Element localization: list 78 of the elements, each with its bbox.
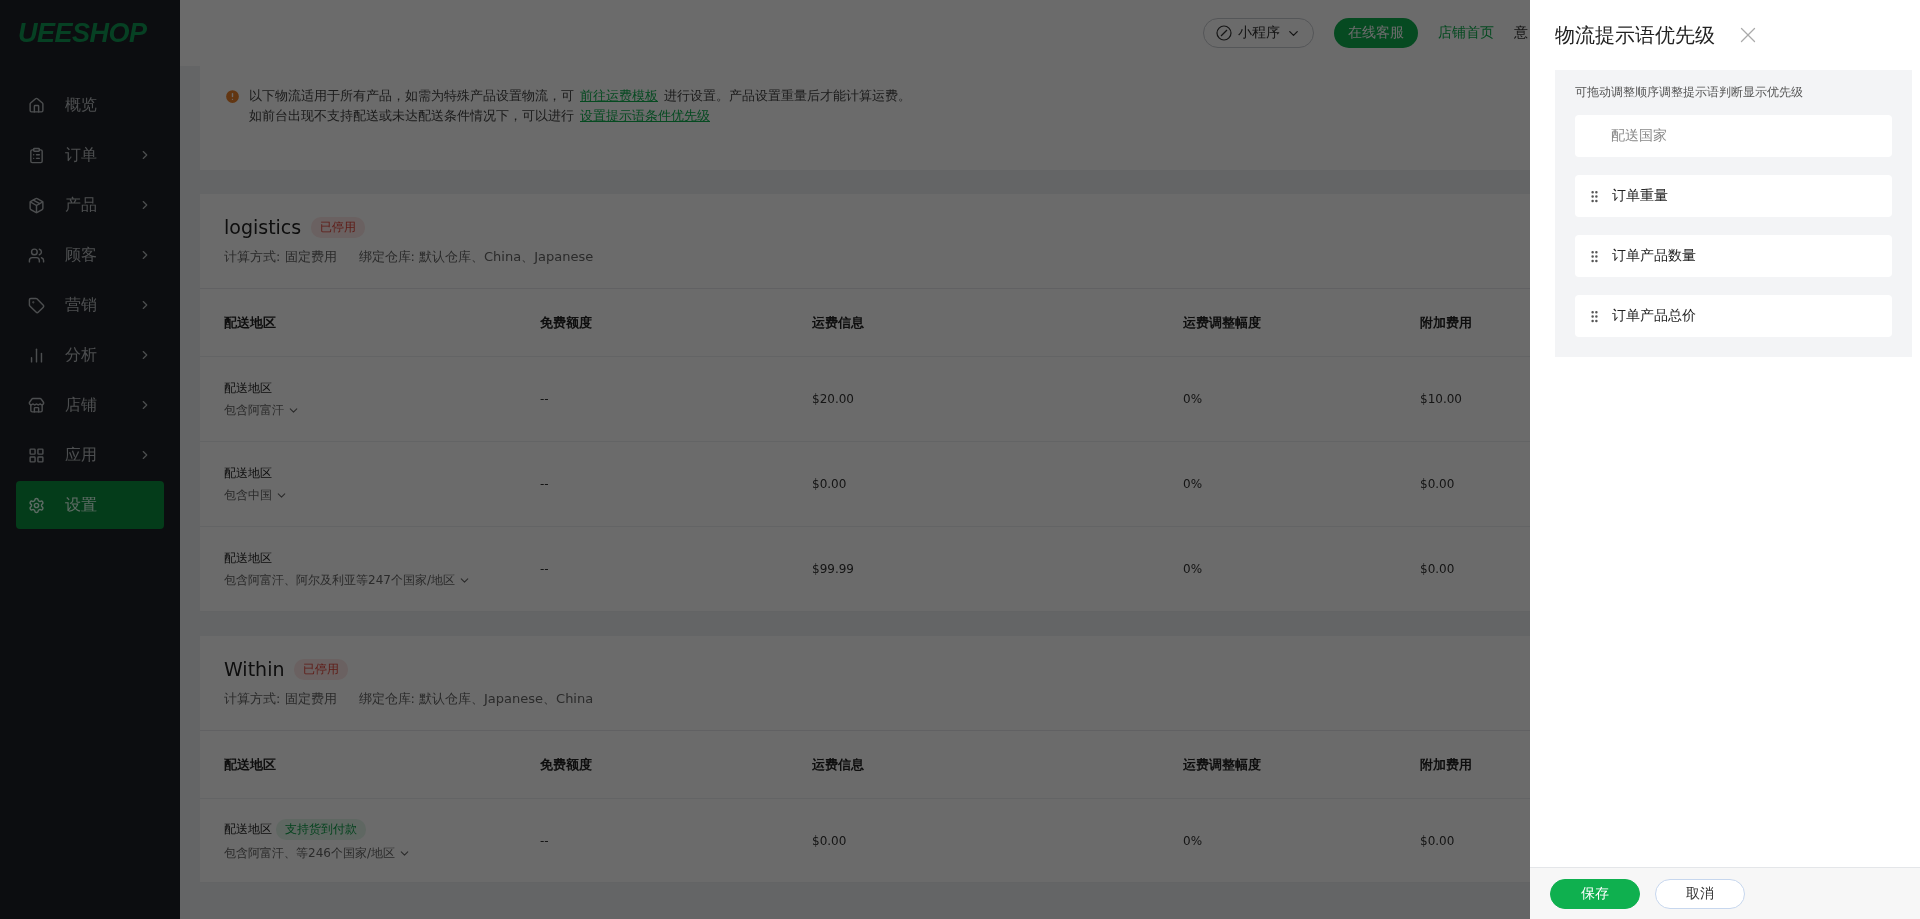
- table-cell-text: 0%: [1183, 833, 1204, 848]
- region-label: 配送地区: [224, 379, 272, 397]
- notice-link[interactable]: 设置提示语条件优先级: [580, 108, 710, 123]
- priority-item: 配送国家: [1575, 115, 1892, 157]
- column-header: 免费额度: [540, 313, 592, 332]
- column-header: 附加费用: [1420, 755, 1472, 774]
- sidebar-item[interactable]: 分析: [16, 331, 164, 379]
- column-header: 附加费用: [1420, 313, 1472, 332]
- cancel-button[interactable]: 取消: [1655, 878, 1745, 909]
- sidebar-item[interactable]: 顾客: [16, 231, 164, 279]
- column-header: 运费信息: [812, 755, 864, 774]
- drawer-title: 物流提示语优先级: [1555, 21, 1715, 49]
- table-cell-text: 0%: [1183, 562, 1204, 576]
- warehouse-info: 绑定仓库: 默认仓库、Japanese、China: [358, 690, 594, 708]
- column-header: 配送地区: [224, 755, 276, 774]
- sidebar-item[interactable]: 应用: [16, 431, 164, 479]
- home-icon: [28, 96, 45, 114]
- warning-icon: [224, 88, 241, 105]
- calc-method: 计算方式: 固定费用: [224, 248, 337, 266]
- priority-item[interactable]: 订单产品总价: [1575, 295, 1892, 337]
- region-dropdown[interactable]: 包含阿富汗、阿尔及利亚等247个国家/地区: [224, 571, 540, 589]
- table-cell-text: --: [540, 392, 550, 406]
- region-dropdown[interactable]: 包含阿富汗、等246个国家/地区: [224, 845, 540, 862]
- table-cell-text: 0%: [1183, 392, 1204, 406]
- table-cell-text: --: [540, 833, 550, 848]
- notice-text: 如前台出现不支持配送或未达配送条件情况下，可以进行 设置提示语条件优先级: [249, 108, 711, 124]
- sidebar-item[interactable]: 产品: [16, 181, 164, 229]
- table-cell-text: --: [540, 562, 550, 576]
- store-link[interactable]: 店铺首页: [1438, 24, 1494, 42]
- column-header: 运费信息: [812, 313, 864, 332]
- column-header: 运费调整幅度: [1183, 755, 1261, 774]
- table-cell-text: $0.00: [1420, 477, 1456, 491]
- bar-chart-icon: [28, 346, 45, 364]
- priority-item[interactable]: 订单产品数量: [1575, 235, 1892, 277]
- tag-icon: [28, 296, 45, 314]
- table-cell-text: $99.99: [812, 562, 855, 576]
- region-label: 配送地区: [224, 549, 272, 567]
- region-dropdown[interactable]: 包含阿富汗: [224, 401, 540, 419]
- logistics-name: Within: [224, 658, 285, 680]
- clipboard-icon: [28, 146, 45, 164]
- table-cell-text: $20.00: [812, 392, 855, 406]
- region-label: 配送地区: [224, 821, 272, 838]
- table-cell-text: $0.00: [812, 833, 848, 848]
- table-cell-text: $0.00: [812, 477, 848, 491]
- store-icon: [28, 396, 45, 414]
- table-cell-text: 0%: [1183, 477, 1204, 491]
- status-badge: 已停用: [311, 216, 366, 238]
- region-label: 配送地区: [224, 464, 272, 482]
- warehouse-info: 绑定仓库: 默认仓库、China、Japanese: [358, 248, 594, 266]
- calc-method: 计算方式: 固定费用: [224, 690, 337, 708]
- table-cell-text: $0.00: [1420, 833, 1456, 848]
- sidebar-item[interactable]: 订单: [16, 131, 164, 179]
- save-button[interactable]: 保存: [1550, 878, 1640, 909]
- notice-link[interactable]: 前往运费模板: [580, 88, 658, 103]
- priority-item[interactable]: 订单重量: [1575, 175, 1892, 217]
- table-cell-text: $10.00: [1420, 392, 1463, 406]
- sidebar-item[interactable]: 设置: [16, 481, 164, 529]
- grid-icon: [28, 446, 45, 464]
- header-link[interactable]: 意: [1514, 24, 1528, 42]
- notice-text: 以下物流适用于所有产品，如需为特殊产品设置物流，可 前往运费模板 进行设置。产品设置重量后才能计算运费。: [249, 88, 911, 104]
- sidebar-item[interactable]: 营销: [16, 281, 164, 329]
- support-button[interactable]: 在线客服: [1334, 18, 1418, 48]
- table-cell-text: --: [540, 477, 550, 491]
- region-dropdown[interactable]: 包含中国: [224, 486, 540, 504]
- drawer-hint: 可拖动调整顺序调整提示语判断显示优先级: [1575, 84, 1804, 101]
- table-cell-text: $0.00: [1420, 562, 1456, 576]
- status-badge: 已停用: [294, 658, 349, 680]
- column-header: 配送地区: [224, 313, 276, 332]
- column-header: 运费调整幅度: [1183, 313, 1261, 332]
- settings-icon: [28, 496, 45, 514]
- cod-tag: 支持货到付款: [276, 819, 366, 840]
- box-icon: [28, 196, 45, 214]
- logistics-name: logistics: [224, 216, 302, 238]
- users-icon: [28, 246, 45, 264]
- sidebar-item[interactable]: 概览: [16, 81, 164, 129]
- link-circle-icon: [1216, 25, 1232, 41]
- sidebar-item[interactable]: 店铺: [16, 381, 164, 429]
- column-header: 免费额度: [540, 755, 592, 774]
